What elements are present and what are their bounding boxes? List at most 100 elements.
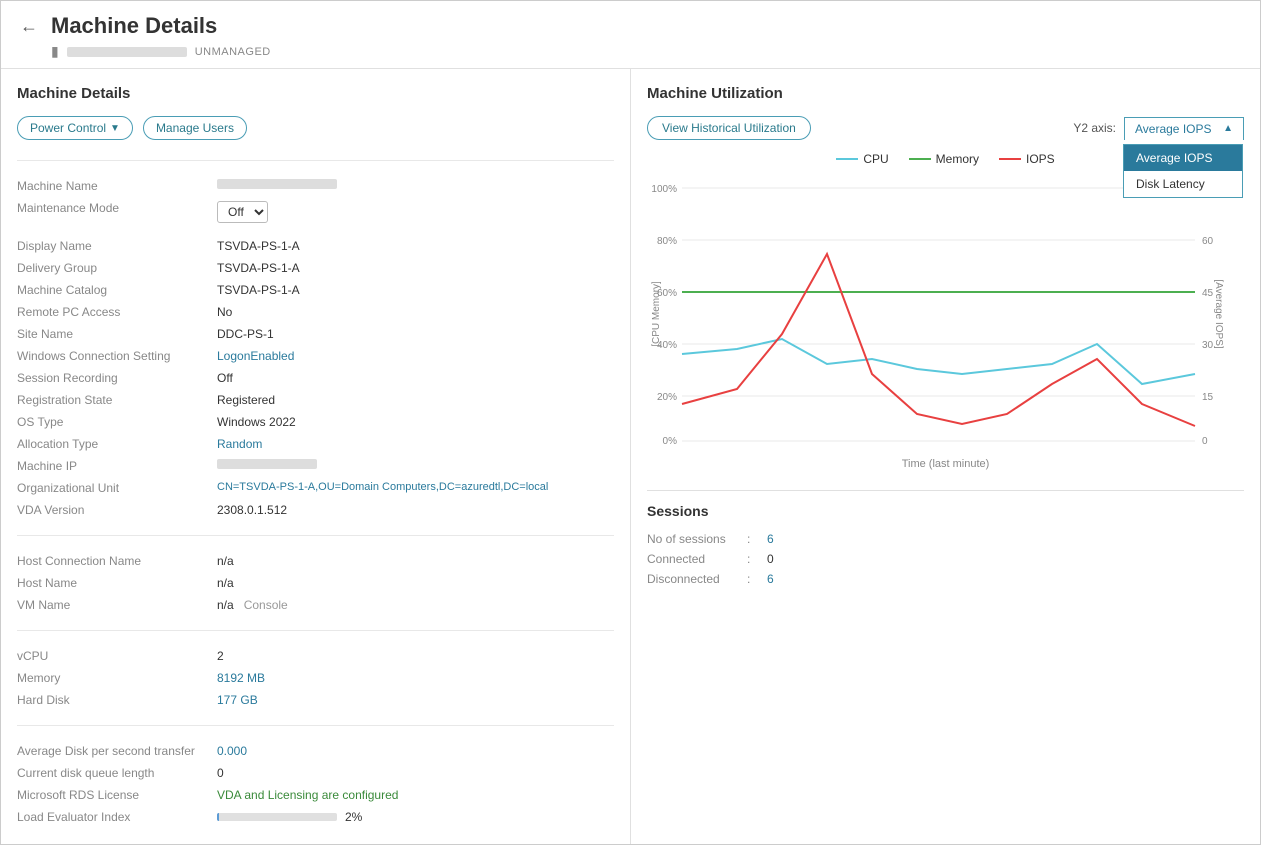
unmanaged-badge: UNMANAGED (195, 46, 271, 58)
hardware-details-table: vCPU 2 Memory 8192 MB Hard Disk 177 GB (17, 645, 614, 711)
svg-text:80%: 80% (657, 236, 677, 247)
display-name-value: TSVDA-PS-1-A (217, 239, 300, 253)
sessions-connected-row: Connected : 0 (647, 549, 1244, 569)
allocation-type-value: Random (217, 437, 262, 451)
site-name-value: DDC-PS-1 (217, 327, 274, 341)
y2-selected-value: Average IOPS (1135, 122, 1212, 136)
svg-text:[Average IOPS]: [Average IOPS] (1213, 279, 1224, 349)
machine-ip-label: Machine IP (17, 459, 217, 473)
disk-details-table: Average Disk per second transfer 0.000 C… (17, 740, 614, 828)
y2-axis-label: Y2 axis: (1073, 121, 1116, 135)
disk-queue-row: Current disk queue length 0 (17, 762, 614, 784)
left-panel: Machine Details Power Control ▼ Manage U… (1, 69, 631, 844)
vcpu-row: vCPU 2 (17, 645, 614, 667)
back-button[interactable]: ← (17, 14, 41, 38)
sessions-connected-value: 0 (767, 552, 774, 566)
rds-license-label: Microsoft RDS License (17, 788, 217, 802)
disk-queue-value: 0 (217, 766, 224, 780)
iops-legend-line (999, 158, 1021, 160)
dropdown-item-avg-iops[interactable]: Average IOPS (1124, 145, 1242, 171)
vm-name-label: VM Name (17, 598, 217, 612)
machine-ip-row: Machine IP (17, 455, 614, 477)
divider-2 (17, 535, 614, 536)
chart-controls: View Historical Utilization Y2 axis: Ave… (647, 116, 1244, 140)
machine-icon: ▮ (51, 43, 59, 60)
hard-disk-value: 177 GB (217, 693, 258, 707)
details-table: Machine Name Maintenance Mode Off On Dis… (17, 175, 614, 521)
sessions-disconnected-value[interactable]: 6 (767, 572, 774, 586)
remote-pc-label: Remote PC Access (17, 305, 217, 319)
org-unit-value: CN=TSVDA-PS-1-A,OU=Domain Computers,DC=a… (217, 481, 548, 493)
maintenance-mode-select[interactable]: Off On (217, 201, 268, 223)
disk-queue-label: Current disk queue length (17, 766, 217, 780)
app-container: ← Machine Details ▮ UNMANAGED Machine De… (0, 0, 1261, 845)
sessions-no-row: No of sessions : 6 (647, 529, 1244, 549)
svg-text:20%: 20% (657, 392, 677, 403)
avg-disk-label: Average Disk per second transfer (17, 744, 217, 758)
registration-state-value: Registered (217, 393, 275, 407)
registration-state-row: Registration State Registered (17, 389, 614, 411)
svg-text:30: 30 (1202, 340, 1214, 351)
vcpu-value: 2 (217, 649, 224, 663)
divider-1 (17, 160, 614, 161)
load-percent: 2% (345, 810, 362, 824)
host-connection-value: n/a (217, 554, 234, 568)
windows-connection-label: Windows Connection Setting (17, 349, 217, 363)
dropdown-item-disk-latency[interactable]: Disk Latency (1124, 171, 1242, 197)
machine-name-value-blurred (217, 179, 337, 189)
y2-dropdown[interactable]: Average IOPS ▲ Average IOPS Disk Latency (1124, 117, 1244, 140)
os-type-label: OS Type (17, 415, 217, 429)
org-unit-row: Organizational Unit CN=TSVDA-PS-1-A,OU=D… (17, 477, 614, 499)
os-type-value: Windows 2022 (217, 415, 296, 429)
sessions-no-value[interactable]: 6 (767, 532, 774, 546)
view-historical-button[interactable]: View Historical Utilization (647, 116, 811, 140)
svg-text:[CPU Memory]: [CPU Memory] (651, 281, 662, 347)
load-bar-container: 2% (217, 810, 362, 824)
machine-catalog-label: Machine Catalog (17, 283, 217, 297)
host-details-table: Host Connection Name n/a Host Name n/a V… (17, 550, 614, 616)
vda-version-label: VDA Version (17, 503, 217, 517)
machine-ip-value-blurred (217, 459, 317, 469)
maintenance-mode-row: Maintenance Mode Off On (17, 197, 614, 227)
console-link[interactable]: Console (244, 598, 288, 612)
sessions-title: Sessions (647, 490, 1244, 519)
machine-name-blurred (67, 47, 187, 57)
manage-users-button[interactable]: Manage Users (143, 116, 247, 140)
hard-disk-row: Hard Disk 177 GB (17, 689, 614, 711)
svg-text:0: 0 (1202, 436, 1208, 447)
host-connection-label: Host Connection Name (17, 554, 217, 568)
rds-license-value: VDA and Licensing are configured (217, 788, 398, 802)
sessions-no-label: No of sessions (647, 532, 747, 546)
chevron-down-icon: ▼ (110, 123, 120, 134)
host-name-label: Host Name (17, 576, 217, 590)
vda-version-row: VDA Version 2308.0.1.512 (17, 499, 614, 521)
memory-legend-label: Memory (936, 152, 979, 166)
windows-connection-row: Windows Connection Setting LogonEnabled (17, 345, 614, 367)
sessions-disconnected-label: Disconnected (647, 572, 747, 586)
legend-iops: IOPS (999, 152, 1055, 166)
site-name-row: Site Name DDC-PS-1 (17, 323, 614, 345)
svg-text:45: 45 (1202, 288, 1214, 299)
iops-legend-label: IOPS (1026, 152, 1055, 166)
header: ← Machine Details ▮ UNMANAGED (1, 1, 1260, 69)
session-recording-value: Off (217, 371, 233, 385)
avg-disk-row: Average Disk per second transfer 0.000 (17, 740, 614, 762)
sessions-connected-label: Connected (647, 552, 747, 566)
machine-name-row: Machine Name (17, 175, 614, 197)
load-eval-label: Load Evaluator Index (17, 810, 217, 824)
sessions-section: Sessions No of sessions : 6 Connected : … (647, 490, 1244, 589)
remote-pc-value: No (217, 305, 232, 319)
session-recording-label: Session Recording (17, 371, 217, 385)
power-control-button[interactable]: Power Control ▼ (17, 116, 133, 140)
os-type-row: OS Type Windows 2022 (17, 411, 614, 433)
allocation-type-label: Allocation Type (17, 437, 217, 451)
chart-wrapper: 100% 80% 60% 40% 20% 0% 75 60 45 30 15 0… (647, 174, 1244, 470)
hard-disk-label: Hard Disk (17, 693, 217, 707)
memory-legend-line (909, 158, 931, 160)
load-eval-row: Load Evaluator Index 2% (17, 806, 614, 828)
chevron-up-icon: ▲ (1223, 123, 1233, 134)
host-connection-row: Host Connection Name n/a (17, 550, 614, 572)
svg-text:60: 60 (1202, 236, 1214, 247)
memory-value: 8192 MB (217, 671, 265, 685)
rds-license-row: Microsoft RDS License VDA and Licensing … (17, 784, 614, 806)
